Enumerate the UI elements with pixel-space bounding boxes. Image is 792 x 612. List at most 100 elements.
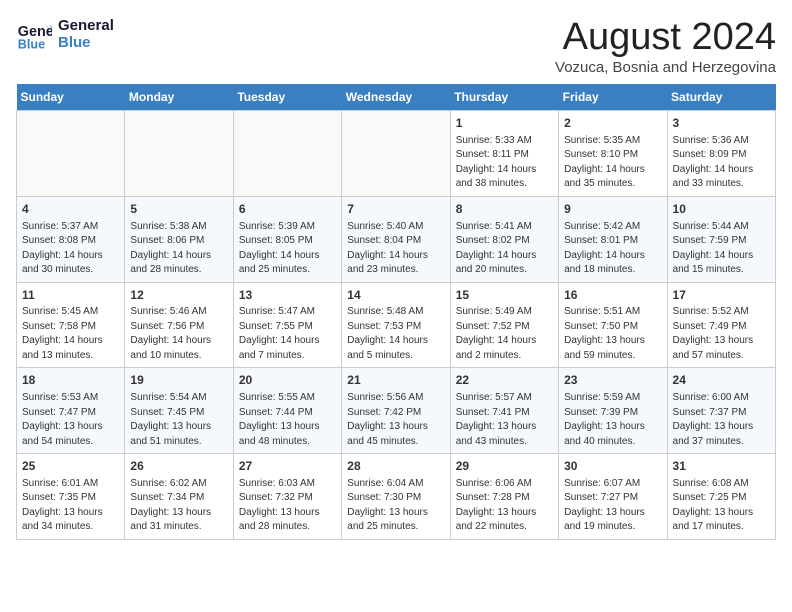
day-number: 4 xyxy=(22,201,119,218)
day-number: 11 xyxy=(22,287,119,304)
day-info: Sunrise: 6:06 AM Sunset: 7:28 PM Dayligh… xyxy=(456,477,553,535)
calendar-cell: 3Sunrise: 5:36 AM Sunset: 8:09 PM Daylig… xyxy=(667,111,775,197)
day-info: Sunrise: 5:37 AM Sunset: 8:08 PM Dayligh… xyxy=(22,220,119,278)
calendar-week-row: 18 Sunrise: 5:53 AM Sunset: 7:47 PM Dayli… xyxy=(17,368,776,454)
day-info: Sunrise: 6:07 AM Sunset: 7:27 PM Dayligh… xyxy=(564,477,661,535)
day-number: 6 xyxy=(239,201,336,218)
calendar-cell: 6 Sunrise: 5:39 AM Sunset: 8:05 PM Daylig… xyxy=(233,196,341,282)
page-header: General Blue General Blue August 2024 Vo… xyxy=(16,16,776,76)
day-info: Sunrise: 5:48 AM Sunset: 7:53 PM Dayligh… xyxy=(347,305,444,363)
location: Vozuca, Bosnia and Herzegovina xyxy=(555,59,776,76)
day-info: Sunrise: 5:57 AM Sunset: 7:41 PM Dayligh… xyxy=(456,391,553,449)
day-number: 29 xyxy=(456,458,553,475)
day-info: Sunrise: 5:54 AM Sunset: 7:45 PM Dayligh… xyxy=(130,391,227,449)
title-block: August 2024 Vozuca, Bosnia and Herzegovi… xyxy=(555,16,776,76)
logo-name-general: General xyxy=(58,17,114,34)
day-info: Sunrise: 5:36 AM Sunset: 8:09 PM Dayligh… xyxy=(673,134,770,192)
day-info: Sunrise: 5:59 AM Sunset: 7:39 PM Dayligh… xyxy=(564,391,661,449)
calendar-cell: 22Sunrise: 5:57 AM Sunset: 7:41 PM Dayli… xyxy=(450,368,558,454)
calendar-week-row: 4 Sunrise: 5:37 AM Sunset: 8:08 PM Daylig… xyxy=(17,196,776,282)
day-number: 26 xyxy=(130,458,227,475)
calendar-cell: 23 Sunrise: 5:59 AM Sunset: 7:39 PM Dayli… xyxy=(559,368,667,454)
day-info: Sunrise: 6:02 AM Sunset: 7:34 PM Dayligh… xyxy=(130,477,227,535)
day-info: Sunrise: 5:52 AM Sunset: 7:49 PM Dayligh… xyxy=(673,305,770,363)
calendar-cell: 19 Sunrise: 5:54 AM Sunset: 7:45 PM Dayli… xyxy=(125,368,233,454)
calendar-cell: 18 Sunrise: 5:53 AM Sunset: 7:47 PM Dayli… xyxy=(17,368,125,454)
calendar-cell xyxy=(125,111,233,197)
calendar-cell: 29 Sunrise: 6:06 AM Sunset: 7:28 PM Dayli… xyxy=(450,454,558,540)
calendar-cell: 11Sunrise: 5:45 AM Sunset: 7:58 PM Dayli… xyxy=(17,282,125,368)
calendar-cell: 12Sunrise: 5:46 AM Sunset: 7:56 PM Dayli… xyxy=(125,282,233,368)
day-number: 12 xyxy=(130,287,227,304)
calendar-cell: 25 Sunrise: 6:01 AM Sunset: 7:35 PM Dayli… xyxy=(17,454,125,540)
weekday-header-thursday: Thursday xyxy=(450,84,558,111)
calendar-cell: 27 Sunrise: 6:03 AM Sunset: 7:32 PM Dayli… xyxy=(233,454,341,540)
day-info: Sunrise: 5:55 AM Sunset: 7:44 PM Dayligh… xyxy=(239,391,336,449)
weekday-header-wednesday: Wednesday xyxy=(342,84,450,111)
calendar-cell: 26 Sunrise: 6:02 AM Sunset: 7:34 PM Dayli… xyxy=(125,454,233,540)
day-number: 30 xyxy=(564,458,661,475)
calendar-cell: 13Sunrise: 5:47 AM Sunset: 7:55 PM Dayli… xyxy=(233,282,341,368)
calendar-cell: 28Sunrise: 6:04 AM Sunset: 7:30 PM Dayli… xyxy=(342,454,450,540)
day-number: 7 xyxy=(347,201,444,218)
day-info: Sunrise: 5:33 AM Sunset: 8:11 PM Dayligh… xyxy=(456,134,553,192)
day-info: Sunrise: 5:39 AM Sunset: 8:05 PM Dayligh… xyxy=(239,220,336,278)
day-info: Sunrise: 6:00 AM Sunset: 7:37 PM Dayligh… xyxy=(673,391,770,449)
day-info: Sunrise: 6:01 AM Sunset: 7:35 PM Dayligh… xyxy=(22,477,119,535)
calendar-cell: 14Sunrise: 5:48 AM Sunset: 7:53 PM Dayli… xyxy=(342,282,450,368)
day-number: 24 xyxy=(673,372,770,389)
day-info: Sunrise: 6:08 AM Sunset: 7:25 PM Dayligh… xyxy=(673,477,770,535)
day-number: 2 xyxy=(564,115,661,132)
day-number: 20 xyxy=(239,372,336,389)
logo-icon: General Blue xyxy=(16,16,52,52)
calendar-cell: 15Sunrise: 5:49 AM Sunset: 7:52 PM Dayli… xyxy=(450,282,558,368)
day-number: 1 xyxy=(456,115,553,132)
day-info: Sunrise: 5:41 AM Sunset: 8:02 PM Dayligh… xyxy=(456,220,553,278)
logo: General Blue General Blue xyxy=(16,16,114,52)
weekday-header-friday: Friday xyxy=(559,84,667,111)
calendar-cell: 9 Sunrise: 5:42 AM Sunset: 8:01 PM Daylig… xyxy=(559,196,667,282)
day-number: 9 xyxy=(564,201,661,218)
day-number: 10 xyxy=(673,201,770,218)
calendar-cell: 2 Sunrise: 5:35 AM Sunset: 8:10 PM Daylig… xyxy=(559,111,667,197)
day-number: 19 xyxy=(130,372,227,389)
calendar-cell: 1 Sunrise: 5:33 AM Sunset: 8:11 PM Daylig… xyxy=(450,111,558,197)
day-info: Sunrise: 5:49 AM Sunset: 7:52 PM Dayligh… xyxy=(456,305,553,363)
calendar-cell: 24 Sunrise: 6:00 AM Sunset: 7:37 PM Dayli… xyxy=(667,368,775,454)
day-info: Sunrise: 5:42 AM Sunset: 8:01 PM Dayligh… xyxy=(564,220,661,278)
day-number: 18 xyxy=(22,372,119,389)
day-info: Sunrise: 5:35 AM Sunset: 8:10 PM Dayligh… xyxy=(564,134,661,192)
day-info: Sunrise: 5:46 AM Sunset: 7:56 PM Dayligh… xyxy=(130,305,227,363)
weekday-header-sunday: Sunday xyxy=(17,84,125,111)
day-number: 14 xyxy=(347,287,444,304)
day-number: 23 xyxy=(564,372,661,389)
day-info: Sunrise: 6:04 AM Sunset: 7:30 PM Dayligh… xyxy=(347,477,444,535)
calendar-cell: 21 Sunrise: 5:56 AM Sunset: 7:42 PM Dayli… xyxy=(342,368,450,454)
weekday-header-saturday: Saturday xyxy=(667,84,775,111)
day-info: Sunrise: 5:53 AM Sunset: 7:47 PM Dayligh… xyxy=(22,391,119,449)
day-info: Sunrise: 6:03 AM Sunset: 7:32 PM Dayligh… xyxy=(239,477,336,535)
day-info: Sunrise: 5:47 AM Sunset: 7:55 PM Dayligh… xyxy=(239,305,336,363)
calendar-cell: 31 Sunrise: 6:08 AM Sunset: 7:25 PM Dayli… xyxy=(667,454,775,540)
calendar-cell: 4 Sunrise: 5:37 AM Sunset: 8:08 PM Daylig… xyxy=(17,196,125,282)
day-info: Sunrise: 5:44 AM Sunset: 7:59 PM Dayligh… xyxy=(673,220,770,278)
weekday-header-monday: Monday xyxy=(125,84,233,111)
day-number: 21 xyxy=(347,372,444,389)
calendar-cell: 16Sunrise: 5:51 AM Sunset: 7:50 PM Dayli… xyxy=(559,282,667,368)
day-info: Sunrise: 5:38 AM Sunset: 8:06 PM Dayligh… xyxy=(130,220,227,278)
day-number: 31 xyxy=(673,458,770,475)
day-number: 5 xyxy=(130,201,227,218)
calendar-cell xyxy=(17,111,125,197)
day-info: Sunrise: 5:56 AM Sunset: 7:42 PM Dayligh… xyxy=(347,391,444,449)
svg-text:Blue: Blue xyxy=(18,37,45,51)
day-number: 27 xyxy=(239,458,336,475)
day-number: 25 xyxy=(22,458,119,475)
month-title: August 2024 xyxy=(555,16,776,59)
day-number: 15 xyxy=(456,287,553,304)
day-info: Sunrise: 5:40 AM Sunset: 8:04 PM Dayligh… xyxy=(347,220,444,278)
calendar-cell: 20 Sunrise: 5:55 AM Sunset: 7:44 PM Dayli… xyxy=(233,368,341,454)
day-number: 8 xyxy=(456,201,553,218)
calendar-table: SundayMondayTuesdayWednesdayThursdayFrid… xyxy=(16,84,776,540)
day-info: Sunrise: 5:51 AM Sunset: 7:50 PM Dayligh… xyxy=(564,305,661,363)
day-number: 17 xyxy=(673,287,770,304)
